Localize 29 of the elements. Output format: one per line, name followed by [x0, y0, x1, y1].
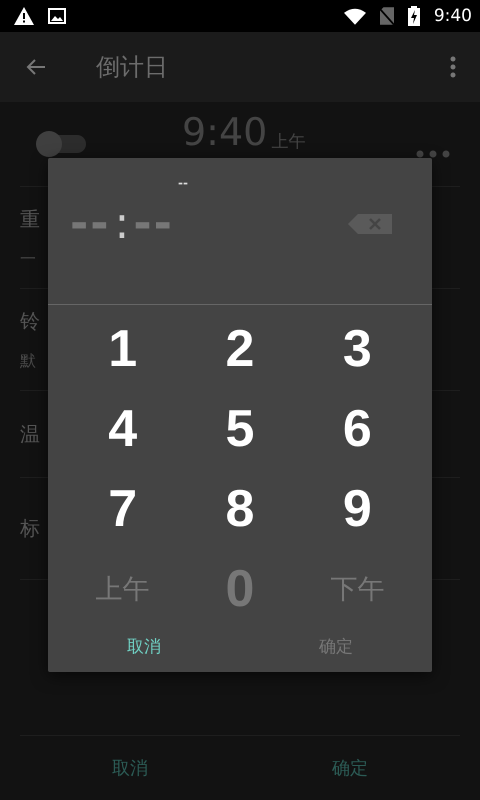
keypad-key[interactable]: 2 — [181, 309, 299, 389]
minutes-display: -- — [133, 198, 174, 249]
keypad-key[interactable]: 4 — [64, 389, 182, 469]
keypad-key[interactable]: 9 — [298, 469, 416, 549]
keypad-key[interactable]: 5 — [181, 389, 299, 469]
image-icon — [48, 8, 66, 24]
status-time: 9:40 — [434, 6, 472, 26]
more-icon[interactable] — [450, 56, 456, 78]
time-separator: : — [114, 198, 130, 249]
setting-value: 一 — [20, 248, 36, 270]
setting-title: 标 — [20, 515, 40, 542]
no-sim-icon — [380, 7, 394, 25]
keypad-key[interactable]: 6 — [298, 389, 416, 469]
keypad-key[interactable]: 1 — [64, 309, 182, 389]
setting-title: 重 — [20, 206, 40, 232]
hours-display: -- — [70, 198, 111, 249]
keypad-key[interactable]: 7 — [64, 469, 182, 549]
more-icon[interactable] — [416, 150, 450, 158]
battery-charging-icon — [408, 6, 420, 26]
warning-icon — [14, 7, 34, 25]
hint-text: -- — [178, 176, 188, 190]
wifi-icon — [344, 8, 366, 24]
keypad-key[interactable]: 3 — [298, 309, 416, 389]
app-title: 倒计日 — [96, 52, 168, 83]
setting-title: 温 — [20, 420, 40, 448]
keypad-key[interactable]: 8 — [181, 469, 299, 549]
dialog-button[interactable]: 取消 — [115, 629, 173, 664]
setting-value: 默 — [20, 350, 36, 372]
setting-title: 铃 — [20, 308, 40, 334]
